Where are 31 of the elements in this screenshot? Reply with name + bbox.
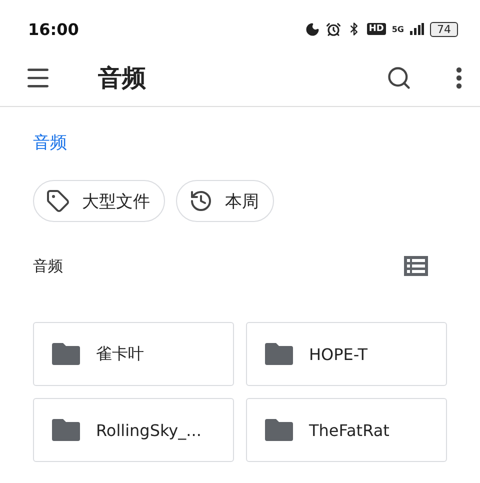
search-button[interactable] <box>386 65 412 91</box>
folder-name: TheFatRat <box>309 420 390 440</box>
folder-icon <box>52 343 80 365</box>
battery-indicator: 74 <box>430 22 458 36</box>
folder-card[interactable]: HOPE-T <box>246 322 447 386</box>
folder-card[interactable]: RollingSky_... <box>33 398 234 462</box>
tag-icon <box>46 189 70 213</box>
folder-name: HOPE-T <box>309 344 368 364</box>
hd-badge: HD <box>366 23 386 35</box>
folder-name: RollingSky_... <box>96 420 202 440</box>
filter-chip[interactable]: 大型文件 <box>33 180 165 222</box>
moon-icon <box>304 22 320 36</box>
signal-icon <box>410 23 424 35</box>
more-options-button[interactable] <box>456 67 462 89</box>
filter-chip[interactable]: 本周 <box>176 180 274 222</box>
search-icon <box>386 65 412 91</box>
folder-card[interactable]: 雀卡叶 <box>33 322 234 386</box>
history-icon <box>189 189 213 213</box>
folder-icon <box>265 343 293 365</box>
status-time: 16:00 <box>28 20 80 38</box>
breadcrumb-link[interactable]: 音频 <box>33 131 67 154</box>
alarm-icon <box>326 22 341 36</box>
section-title: 音频 <box>33 256 63 276</box>
list-view-icon[interactable] <box>404 256 428 276</box>
network-label: 5G <box>392 24 404 34</box>
more-options-icon <box>456 67 462 89</box>
folder-icon <box>265 419 293 441</box>
folder-icon <box>52 419 80 441</box>
folder-name: 雀卡叶 <box>96 344 144 364</box>
page-title: 音频 <box>98 63 147 94</box>
folder-card[interactable]: TheFatRat <box>246 398 447 462</box>
